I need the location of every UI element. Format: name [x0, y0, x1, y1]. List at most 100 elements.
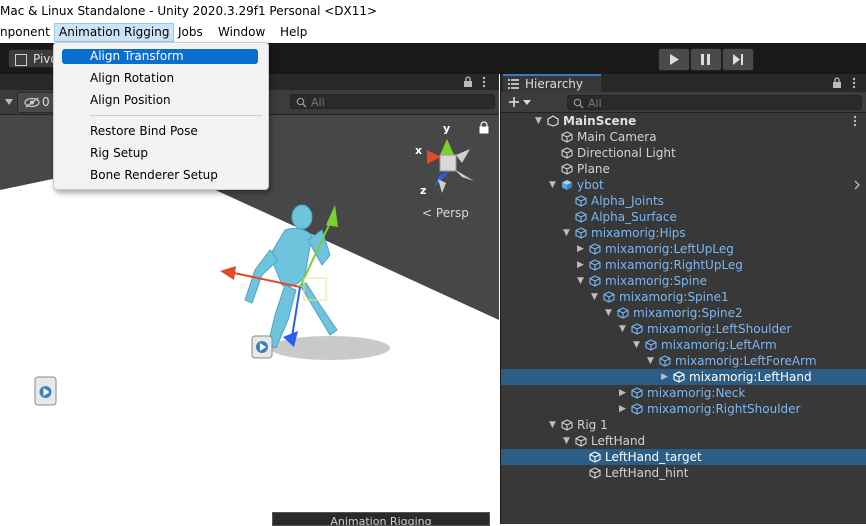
gameobject-cube-icon: [575, 435, 587, 447]
hierarchy-row-label: mixamorig:Spine: [605, 274, 707, 288]
expand-down-arrow-icon[interactable]: ▼: [563, 435, 573, 447]
hierarchy-row[interactable]: LeftHand_hint: [501, 465, 866, 481]
hierarchy-row[interactable]: ▼ Rig 1: [501, 417, 866, 433]
gameobject-cube-icon: [673, 371, 685, 383]
hierarchy-search-input[interactable]: All: [567, 95, 862, 110]
hierarchy-row[interactable]: ▶ mixamorig:Neck: [501, 385, 866, 401]
chevron-down-icon[interactable]: [4, 98, 14, 106]
gameobject-cube-icon: [631, 323, 643, 335]
hierarchy-lock-icon[interactable]: [831, 77, 843, 89]
hierarchy-row[interactable]: ▶ mixamorig:RightShoulder: [501, 401, 866, 417]
expand-down-arrow-icon[interactable]: ▼: [647, 355, 657, 367]
expand-down-arrow-icon[interactable]: ▼: [633, 339, 643, 351]
pivot-toggle-button[interactable]: Pivo: [8, 49, 58, 68]
expand-right-arrow-icon[interactable]: ▶: [619, 403, 629, 415]
expand-right-arrow-icon[interactable]: ▶: [619, 387, 629, 399]
animator-gizmo-icon[interactable]: [251, 335, 273, 359]
gizmo-z-label: z: [420, 184, 427, 197]
persp-toggle[interactable]: < Persp: [422, 206, 469, 220]
hierarchy-row[interactable]: ▶ mixamorig:LeftHand: [501, 369, 866, 385]
hierarchy-row-label: LeftHand_target: [605, 450, 702, 464]
hierarchy-row-label: Main Camera: [577, 130, 657, 144]
menu-help[interactable]: Help: [276, 24, 311, 41]
expand-down-arrow-icon[interactable]: ▼: [577, 275, 587, 287]
hierarchy-row[interactable]: ▼ mixamorig:Spine1: [501, 289, 866, 305]
eye-slash-icon: [24, 97, 40, 108]
scene-kebab-icon[interactable]: [852, 115, 858, 127]
hierarchy-row[interactable]: ▼ LeftHand: [501, 433, 866, 449]
hierarchy-row[interactable]: ▼ mixamorig:Hips: [501, 225, 866, 241]
hierarchy-search-placeholder: All: [588, 97, 602, 110]
hierarchy-row-label: mixamorig:Spine2: [633, 306, 743, 320]
menu-item-restore-bind-pose[interactable]: Restore Bind Pose: [62, 124, 258, 139]
pause-icon: [701, 54, 710, 65]
hierarchy-row[interactable]: ▼ mixamorig:LeftArm: [501, 337, 866, 353]
hierarchy-row[interactable]: ▼ mixamorig:Spine2: [501, 305, 866, 321]
hierarchy-row[interactable]: Plane: [501, 161, 866, 177]
hierarchy-row-label: Directional Light: [577, 146, 676, 160]
expand-down-arrow-icon[interactable]: ▼: [549, 419, 559, 431]
gameobject-cube-icon: [561, 419, 573, 431]
hierarchy-row-label: mixamorig:Hips: [591, 226, 686, 240]
pause-button[interactable]: [690, 48, 722, 71]
hierarchy-row[interactable]: ▶ mixamorig:LeftUpLeg: [501, 241, 866, 257]
gameobject-cube-icon: [575, 227, 587, 239]
expand-down-arrow-icon[interactable]: ▼: [605, 307, 615, 319]
hierarchy-row-label: mixamorig:RightUpLeg: [605, 258, 743, 272]
hierarchy-row[interactable]: LeftHand_target: [501, 449, 866, 465]
play-button[interactable]: [658, 48, 690, 71]
layers-count: 0: [42, 95, 50, 109]
hierarchy-row[interactable]: ▼ mixamorig:LeftForeArm: [501, 353, 866, 369]
expand-down-arrow-icon[interactable]: ▼: [549, 179, 559, 191]
menu-item-align-transform[interactable]: Align Transform: [62, 49, 258, 64]
menu-item-bone-renderer-setup[interactable]: Bone Renderer Setup: [62, 168, 258, 183]
hierarchy-row[interactable]: Main Camera: [501, 129, 866, 145]
hierarchy-row[interactable]: Alpha_Joints: [501, 193, 866, 209]
menu-component[interactable]: nponent: [0, 24, 54, 41]
pivot-icon: [15, 54, 27, 66]
menu-window[interactable]: Window: [214, 24, 269, 41]
gameobject-cube-icon: [631, 387, 643, 399]
hierarchy-row[interactable]: ▼ MainScene: [501, 113, 866, 129]
lock-icon[interactable]: [462, 76, 474, 88]
menu-jobs[interactable]: Jobs: [174, 24, 207, 41]
animation-rigging-dropdown: Align Transform Align Rotation Align Pos…: [53, 42, 269, 190]
expand-right-arrow-icon[interactable]: ▶: [661, 371, 671, 383]
menu-item-align-rotation[interactable]: Align Rotation: [62, 71, 258, 86]
tab-hierarchy[interactable]: Hierarchy: [503, 74, 601, 92]
hierarchy-kebab-icon[interactable]: [851, 77, 857, 89]
menu-animation-rigging[interactable]: Animation Rigging: [54, 23, 175, 42]
hierarchy-row-label: ybot: [577, 178, 604, 192]
hierarchy-row-label: mixamorig:Neck: [647, 386, 746, 400]
expand-down-arrow-icon[interactable]: ▼: [563, 227, 573, 239]
hierarchy-row-label: LeftHand_hint: [605, 466, 689, 480]
prefab-icon: [562, 180, 572, 190]
gameobject-cube-icon: [589, 259, 601, 271]
kebab-menu-icon[interactable]: [481, 76, 487, 88]
layers-visibility-button[interactable]: 0: [17, 92, 55, 113]
expand-down-arrow-icon[interactable]: ▼: [591, 291, 601, 303]
hierarchy-row[interactable]: Alpha_Surface: [501, 209, 866, 225]
create-button[interactable]: [507, 94, 535, 110]
expand-down-arrow-icon[interactable]: ▼: [619, 323, 629, 335]
hierarchy-row[interactable]: Directional Light: [501, 145, 866, 161]
menu-item-rig-setup[interactable]: Rig Setup: [62, 146, 258, 161]
expand-down-arrow-icon[interactable]: ▼: [535, 115, 545, 127]
window-title: Mac & Linux Standalone - Unity 2020.3.29…: [0, 4, 378, 18]
expand-right-arrow-icon[interactable]: ▶: [577, 259, 587, 271]
menu-item-align-position[interactable]: Align Position: [62, 93, 258, 108]
hierarchy-row[interactable]: ▶ mixamorig:RightUpLeg: [501, 257, 866, 273]
hierarchy-row[interactable]: ▼ mixamorig:LeftShoulder: [501, 321, 866, 337]
gizmo-y-label: y: [443, 122, 451, 135]
scene-search-input[interactable]: All: [290, 94, 495, 109]
orientation-gizmo[interactable]: [427, 139, 474, 193]
step-button[interactable]: [722, 48, 754, 71]
expand-right-arrow-icon[interactable]: ▶: [577, 243, 587, 255]
animator-gizmo-icon-2[interactable]: [34, 376, 57, 406]
hierarchy-row[interactable]: ▼ ybot: [501, 177, 866, 193]
window-titlebar: Mac & Linux Standalone - Unity 2020.3.29…: [0, 0, 866, 22]
hierarchy-row-label: LeftHand: [591, 434, 646, 448]
hierarchy-row[interactable]: ▼ mixamorig:Spine: [501, 273, 866, 289]
gameobject-cube-icon: [589, 275, 601, 287]
scene-search-placeholder: All: [311, 96, 325, 109]
